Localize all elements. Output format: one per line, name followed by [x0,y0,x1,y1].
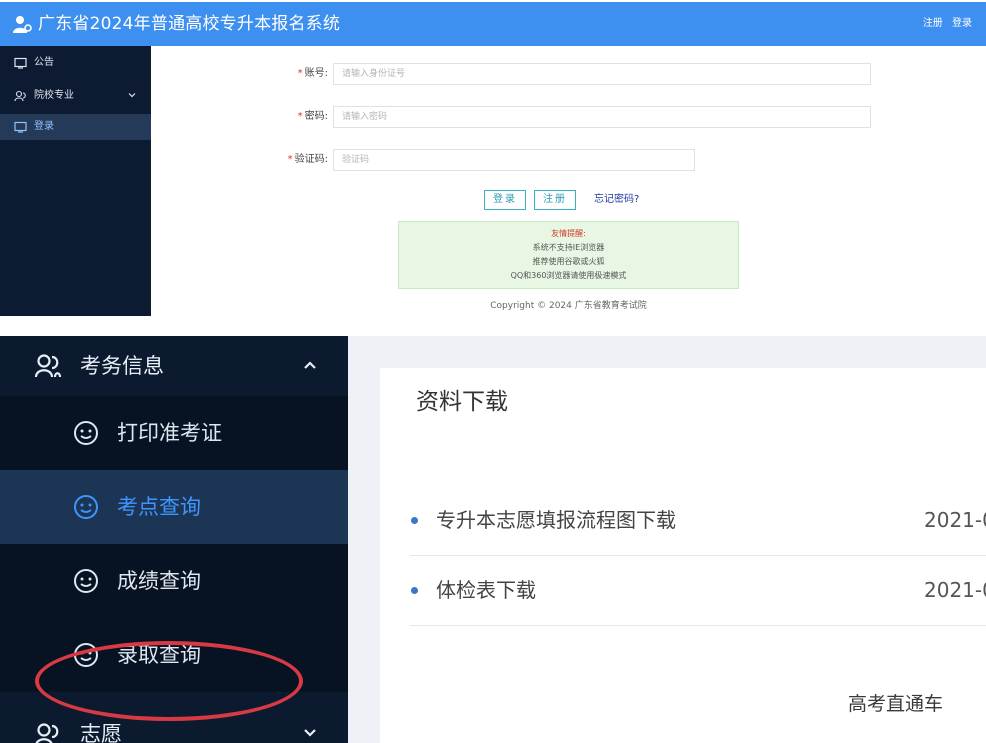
account-row: * 账号: [151,63,986,87]
sidebar-item-score-query[interactable]: 成绩查询 [0,544,348,618]
download-date: 2021-0 [924,508,986,532]
sidebar-item-print-admission[interactable]: 打印准考证 [0,396,348,470]
downloads-card: 资料下载 专升本志愿填报流程图下载 2021-0 体检表下载 2021-0 [380,368,986,743]
sidebar-group-volunteer[interactable]: 志愿 [0,714,348,743]
download-name: 专升本志愿填报流程图下载 [436,508,676,532]
password-label: * 密码: [297,111,328,122]
login-screenshot-panel: 广东省2024年普通高校专升本报名系统 注册 登录 公告 院校专业 登录 * 账… [0,0,986,318]
password-input[interactable] [333,106,871,128]
account-label: * 账号: [297,68,328,79]
notice-line: 推荐使用谷歌或火狐 [532,257,605,266]
user-logo-icon [13,16,32,33]
sidebar-group-label: 志愿 [80,722,122,743]
password-row: * 密码: [151,106,986,130]
bullet-dot-icon [411,587,418,594]
monitor-icon [14,57,27,69]
bullet-dot-icon [411,517,418,524]
small-sidebar: 公告 院校专业 登录 [0,46,151,316]
captcha-row: * 验证码: [151,149,986,173]
watermark-text: 高考直通车 [848,693,944,715]
downloads-title: 资料下载 [416,389,508,415]
download-item[interactable]: 专升本志愿填报流程图下载 2021-0 [410,486,986,556]
captcha-label: * 验证码: [287,154,328,165]
sidebar-item-label: 成绩查询 [117,569,201,593]
app-title: 广东省2024年普通高校专升本报名系统 [38,14,341,34]
notice-title: 友情提醒: [551,229,586,238]
chevron-up-icon [304,361,316,369]
account-input[interactable] [333,63,871,85]
exam-sidebar: 考务信息 打印准考证 考点查询 成绩查询 录取查询 志愿 [0,336,348,743]
smiley-icon [74,421,98,445]
smiley-icon [74,643,98,667]
register-link[interactable]: 注册 [923,18,943,29]
chevron-down-icon [128,93,136,98]
download-name: 体检表下载 [436,578,536,602]
register-button[interactable]: 注册 [534,190,576,210]
sidebar-item-exam-site-query[interactable]: 考点查询 [0,470,348,544]
sidebar-item-announcement[interactable]: 公告 [0,50,151,76]
app-header: 广东省2024年普通高校专升本报名系统 注册 登录 [0,2,986,46]
download-date: 2021-0 [924,578,986,602]
user-group-icon [34,354,62,378]
sidebar-item-admission-query[interactable]: 录取查询 [0,618,348,692]
notice-box: 友情提醒: 系统不支持IE浏览器 推荐使用谷歌或火狐 QQ和360浏览器请使用极… [398,221,739,289]
notice-line: 系统不支持IE浏览器 [532,243,605,252]
sidebar-item-login[interactable]: 登录 [0,114,151,140]
sidebar-item-label: 考点查询 [117,495,201,519]
captcha-input[interactable] [333,149,695,171]
chevron-down-icon [304,729,316,737]
sidebar-item-label: 公告 [34,57,54,68]
sidebar-item-label: 录取查询 [117,643,201,667]
sidebar-group-exam-info[interactable]: 考务信息 [0,336,348,396]
sidebar-item-colleges[interactable]: 院校专业 [0,83,151,109]
login-form: *账号: *密码: *验证码: 登录 注册 忘记密码? 友情提醒: 系统不支持I… [151,46,986,316]
monitor-icon [14,121,27,133]
forgot-password-link[interactable]: 忘记密码? [594,193,639,207]
smiley-icon [74,495,98,519]
action-row: 登录 注册 忘记密码? [151,190,986,214]
exam-info-screenshot-panel: 考务信息 打印准考证 考点查询 成绩查询 录取查询 志愿 资料下载 专升本志愿填… [0,318,986,743]
copyright: Copyright © 2024 广东省教育考试院 [490,301,647,311]
notice-line: QQ和360浏览器请使用极速模式 [510,271,627,280]
download-item[interactable]: 体检表下载 2021-0 [410,556,986,626]
user-group-icon [35,723,59,743]
sidebar-item-label: 院校专业 [34,90,74,101]
smiley-icon [74,569,98,593]
sidebar-group-label: 考务信息 [80,354,164,378]
login-link[interactable]: 登录 [952,18,972,29]
sidebar-item-label: 打印准考证 [117,421,222,445]
user-group-icon [14,90,26,102]
login-button[interactable]: 登录 [484,190,526,210]
sidebar-item-label: 登录 [34,121,54,132]
header-links: 注册 登录 [917,18,972,30]
